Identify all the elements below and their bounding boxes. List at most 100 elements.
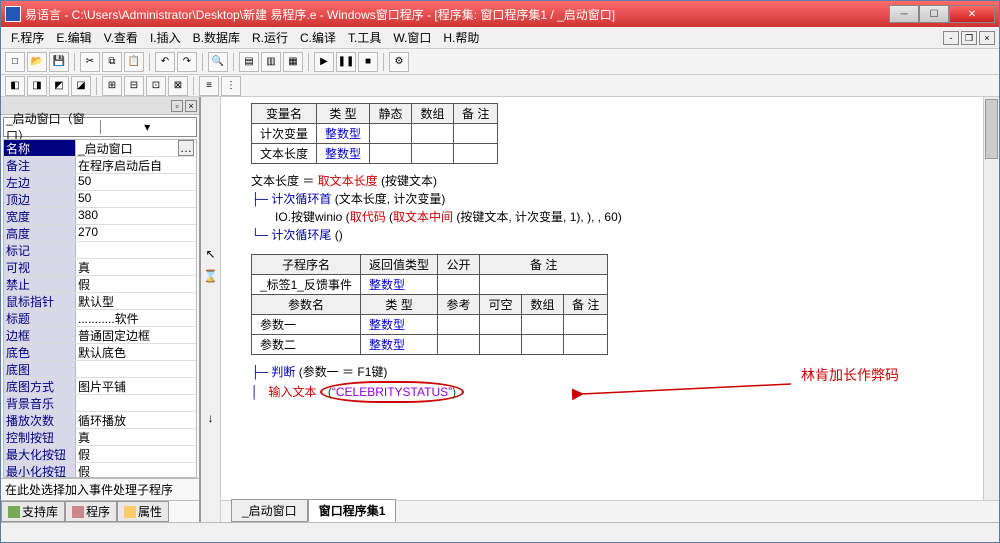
prop-row[interactable]: 控制按钮真 xyxy=(4,429,196,446)
menu-compile[interactable]: C.编译 xyxy=(294,27,342,48)
tb-redo[interactable]: ↷ xyxy=(177,52,197,72)
prop-value[interactable]: 图片平铺 xyxy=(76,378,196,394)
prop-value[interactable]: 普通固定边框 xyxy=(76,327,196,343)
prop-row[interactable]: 背景音乐 xyxy=(4,395,196,412)
scroll-thumb[interactable] xyxy=(985,99,998,159)
tb-pause[interactable]: ❚❚ xyxy=(336,52,356,72)
col-varname: 变量名 xyxy=(252,104,317,124)
tb-copy[interactable]: ⧉ xyxy=(102,52,122,72)
tb-open[interactable]: 📂 xyxy=(27,52,47,72)
tb-undo[interactable]: ↶ xyxy=(155,52,175,72)
prop-row[interactable]: 底图方式图片平铺 xyxy=(4,378,196,395)
menu-window[interactable]: W.窗口 xyxy=(387,27,437,48)
menu-tools[interactable]: T.工具 xyxy=(342,27,387,48)
prop-value[interactable]: 270 xyxy=(76,225,196,241)
prop-key: 标题 xyxy=(4,310,76,326)
tb2-6[interactable]: ⊟ xyxy=(124,76,144,96)
tb-build[interactable]: ⚙ xyxy=(389,52,409,72)
side-tab-props[interactable]: 属性 xyxy=(117,501,169,522)
tb2-2[interactable]: ◨ xyxy=(27,76,47,96)
prop-value[interactable]: 380 xyxy=(76,208,196,224)
tb-find[interactable]: 🔍 xyxy=(208,52,228,72)
side-tab-support[interactable]: 支持库 xyxy=(1,501,65,522)
side-tab-program[interactable]: 程序 xyxy=(65,501,117,522)
side-close-icon[interactable]: × xyxy=(185,100,197,112)
tb-cut[interactable]: ✂ xyxy=(80,52,100,72)
tb-panel2[interactable]: ▥ xyxy=(261,52,281,72)
prop-row[interactable]: 底色默认底色 xyxy=(4,344,196,361)
dropdown-icon[interactable]: ▾ xyxy=(100,120,195,134)
prop-row[interactable]: 播放次数循环播放 xyxy=(4,412,196,429)
prop-row[interactable]: 最大化按钮假 xyxy=(4,446,196,463)
prop-row[interactable]: 顶边50 xyxy=(4,191,196,208)
prop-value[interactable]: 默认底色 xyxy=(76,344,196,360)
menu-help[interactable]: H.帮助 xyxy=(437,27,485,48)
minimize-button[interactable]: ─ xyxy=(889,5,919,23)
tb2-4[interactable]: ◪ xyxy=(71,76,91,96)
prop-row[interactable]: 左边50 xyxy=(4,174,196,191)
mdi-restore[interactable]: ❐ xyxy=(961,31,977,45)
prop-value[interactable] xyxy=(76,361,196,377)
tb2-8[interactable]: ⊠ xyxy=(168,76,188,96)
menu-database[interactable]: B.数据库 xyxy=(187,27,246,48)
tb2-1[interactable]: ◧ xyxy=(5,76,25,96)
menu-program[interactable]: F.程序 xyxy=(5,27,50,48)
mdi-close[interactable]: × xyxy=(979,31,995,45)
prop-row[interactable]: 标记 xyxy=(4,242,196,259)
prop-value[interactable]: 在程序启动后自 xyxy=(76,157,196,173)
tb2-9[interactable]: ≡ xyxy=(199,76,219,96)
prop-value[interactable] xyxy=(76,242,196,258)
mdi-min[interactable]: - xyxy=(943,31,959,45)
tb2-5[interactable]: ⊞ xyxy=(102,76,122,96)
prop-value[interactable]: 假 xyxy=(76,446,196,462)
tb-run[interactable]: ▶ xyxy=(314,52,334,72)
event-selector-label[interactable]: 在此处选择加入事件处理子程序 xyxy=(1,478,199,500)
tab-startwindow[interactable]: _启动窗口 xyxy=(231,499,308,522)
property-grid[interactable]: 名称_启动窗口…备注在程序启动后自左边50顶边50宽度380高度270标记可视真… xyxy=(3,139,197,478)
maximize-button[interactable]: ☐ xyxy=(919,5,949,23)
tb-paste[interactable]: 📋 xyxy=(124,52,144,72)
object-selector[interactable]: _启动窗口（窗口） ▾ xyxy=(3,117,197,137)
prop-value[interactable]: 真 xyxy=(76,259,196,275)
prop-row[interactable]: 可视真 xyxy=(4,259,196,276)
editor-body[interactable]: 变量名 类 型 静态 数组 备 注 计次变量 整数型 文本长度 整数型 xyxy=(221,97,999,500)
side-float-icon[interactable]: ▫ xyxy=(171,100,183,112)
prop-row[interactable]: 底图 xyxy=(4,361,196,378)
prop-value[interactable]: ...........软件 xyxy=(76,310,196,326)
prop-value[interactable]: _启动窗口… xyxy=(76,140,196,156)
prop-value[interactable]: 50 xyxy=(76,191,196,207)
prop-row[interactable]: 鼠标指针默认型 xyxy=(4,293,196,310)
tb2-3[interactable]: ◩ xyxy=(49,76,69,96)
prop-value[interactable]: 默认型 xyxy=(76,293,196,309)
tb-panel3[interactable]: ▦ xyxy=(283,52,303,72)
tb2-7[interactable]: ⊡ xyxy=(146,76,166,96)
prop-row[interactable]: 名称_启动窗口… xyxy=(4,140,196,157)
prop-row[interactable]: 备注在程序启动后自 xyxy=(4,157,196,174)
code-block-1[interactable]: 文本长度 ＝ 取文本长度 (按键文本) ├─ 计次循环首 (文本长度, 计次变量… xyxy=(251,172,993,244)
tb-panel1[interactable]: ▤ xyxy=(239,52,259,72)
tb-new[interactable]: □ xyxy=(5,52,25,72)
prop-value[interactable] xyxy=(76,395,196,411)
prop-value[interactable]: 循环播放 xyxy=(76,412,196,428)
prop-value[interactable]: 50 xyxy=(76,174,196,190)
prop-value[interactable]: 假 xyxy=(76,276,196,292)
prop-row[interactable]: 边框普通固定边框 xyxy=(4,327,196,344)
prop-row[interactable]: 禁止假 xyxy=(4,276,196,293)
vertical-scrollbar[interactable] xyxy=(983,97,999,500)
menu-run[interactable]: R.运行 xyxy=(246,27,294,48)
tb-stop[interactable]: ■ xyxy=(358,52,378,72)
prop-value[interactable]: 假 xyxy=(76,463,196,478)
prop-row[interactable]: 宽度380 xyxy=(4,208,196,225)
menu-view[interactable]: V.查看 xyxy=(98,27,144,48)
prop-value[interactable]: 真 xyxy=(76,429,196,445)
close-button[interactable]: ✕ xyxy=(949,5,995,23)
prop-row[interactable]: 标题...........软件 xyxy=(4,310,196,327)
tb2-10[interactable]: ⋮ xyxy=(221,76,241,96)
menu-insert[interactable]: I.插入 xyxy=(144,27,187,48)
prop-row[interactable]: 高度270 xyxy=(4,225,196,242)
tb-save[interactable]: 💾 xyxy=(49,52,69,72)
ellipsis-button[interactable]: … xyxy=(178,140,194,156)
menu-edit[interactable]: E.编辑 xyxy=(50,27,97,48)
tab-procset[interactable]: 窗口程序集1 xyxy=(308,499,397,522)
prop-row[interactable]: 最小化按钮假 xyxy=(4,463,196,478)
